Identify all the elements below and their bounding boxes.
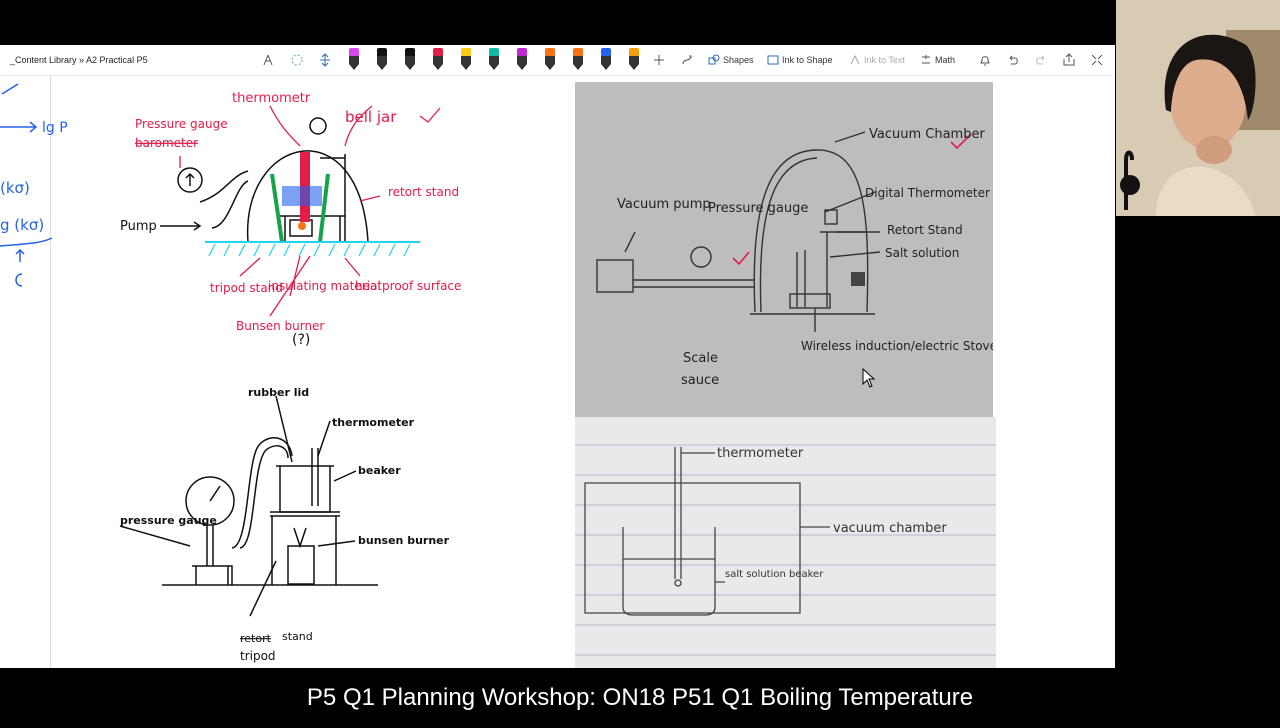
- math-icon: [922, 55, 930, 64]
- bell-icon[interactable]: [976, 51, 994, 69]
- label-barometer-struck: barometer: [135, 136, 198, 150]
- label-pressure-gauge-1: Pressure gauge: [135, 117, 228, 131]
- pen-tool[interactable]: [517, 48, 527, 70]
- ink-to-shape-label: Ink to Shape: [782, 55, 833, 65]
- sketch-beaker-setup: [119, 395, 378, 617]
- pen-tool[interactable]: [433, 48, 443, 70]
- pen-tool[interactable]: [349, 48, 359, 70]
- photo1-label-pressure-gauge: Pressure gauge: [708, 201, 808, 216]
- label-thermometer-2: thermometer: [332, 416, 415, 429]
- label-thermometer-1: thermometr: [232, 91, 311, 106]
- label-bunsen-burner-2: bunsen burner: [358, 534, 450, 547]
- label-rubber-lid: rubber lid: [248, 386, 309, 399]
- photo2-label-salt-solution: salt solution beaker: [725, 569, 824, 580]
- pen-tool[interactable]: [461, 48, 471, 70]
- label-question: (?): [292, 332, 310, 348]
- label-retort-stand-1: retort stand: [388, 185, 459, 199]
- ink-canvas[interactable]: lg P (kσ) g (kσ) thermometr Pressure gau…: [0, 76, 575, 668]
- webcam-feed: [1116, 0, 1280, 216]
- add-pen-icon[interactable]: [650, 51, 668, 69]
- photo1-label-vacuum-pump: Vacuum pump: [617, 197, 711, 212]
- insert-space-icon[interactable]: [316, 51, 334, 69]
- pen-tool[interactable]: [629, 48, 639, 70]
- shapes-button[interactable]: Shapes: [708, 53, 754, 67]
- photo1-label-scale: Scale: [683, 351, 718, 366]
- photo1-label-salt-solution: Salt solution: [885, 246, 959, 260]
- label-stand: stand: [282, 630, 313, 643]
- label-heatproof-surface: heatproof surface: [355, 279, 461, 293]
- ink-toolbar: _Content Library » A2 Practical P5 Shape…: [0, 45, 1115, 76]
- undo-icon[interactable]: [1004, 51, 1022, 69]
- lasso-select-icon[interactable]: [260, 51, 278, 69]
- photo-lined-paper-sketch[interactable]: thermometer vacuum chamber salt solution…: [575, 417, 996, 668]
- mouse-cursor-icon: [862, 368, 876, 388]
- label-beaker: beaker: [358, 464, 401, 477]
- photo1-label-stove: Wireless induction/electric Stove: [801, 339, 993, 353]
- ink-to-text-icon: [850, 54, 860, 65]
- photo2-label-thermometer: thermometer: [717, 446, 804, 461]
- pen-tool[interactable]: [601, 48, 611, 70]
- label-pressure-gauge-2: pressure gauge: [120, 514, 217, 527]
- label-bunsen-burner-1: Bunsen burner: [236, 319, 324, 333]
- onenote-window: _Content Library » A2 Practical P5 Shape…: [0, 45, 1115, 668]
- label-pump: Pump: [120, 219, 157, 234]
- ink-to-text-label: Ink to Text: [864, 55, 905, 65]
- photo-vacuum-chamber-sketch[interactable]: Vacuum Chamber Digital Thermometer Retor…: [575, 82, 997, 417]
- pen-tool[interactable]: [405, 48, 415, 70]
- redo-icon[interactable]: [1032, 51, 1050, 69]
- pen-tool[interactable]: [545, 48, 555, 70]
- photo2-label-vacuum-chamber: vacuum chamber: [833, 521, 947, 536]
- photo1-label-vacuum-chamber: Vacuum Chamber: [869, 127, 985, 142]
- pen-tool[interactable]: [573, 48, 583, 70]
- share-icon[interactable]: [1060, 51, 1078, 69]
- video-caption: P5 Q1 Planning Workshop: ON18 P51 Q1 Boi…: [0, 668, 1280, 720]
- pen-tool[interactable]: [489, 48, 499, 70]
- pen-tool[interactable]: [377, 48, 387, 70]
- ink-to-text-button[interactable]: Ink to Text: [849, 53, 905, 67]
- photo1-label-digital-thermometer: Digital Thermometer: [865, 186, 990, 200]
- ink-replay-icon[interactable]: [678, 51, 696, 69]
- note-k-sigma-1: (kσ): [0, 179, 30, 197]
- label-bell-jar: bell jar: [345, 108, 397, 126]
- eraser-select-icon[interactable]: [288, 51, 306, 69]
- photo1-label-sauce: sauce: [681, 373, 719, 388]
- breadcrumb[interactable]: _Content Library » A2 Practical P5: [10, 55, 148, 65]
- shapes-label: Shapes: [723, 55, 754, 65]
- note-k-sigma-2: g (kσ): [0, 216, 44, 234]
- shapes-icon: [708, 54, 720, 65]
- label-retort-struck: retort: [240, 632, 272, 645]
- ink-to-shape-icon: [767, 55, 779, 65]
- note-lg-p: lg P: [42, 120, 68, 136]
- label-tripod: tripod: [240, 649, 276, 663]
- collapse-icon[interactable]: [1088, 51, 1106, 69]
- photo1-label-retort-stand: Retort Stand: [887, 223, 963, 237]
- ink-to-shape-button[interactable]: Ink to Shape: [767, 53, 833, 67]
- math-label: Math: [935, 55, 956, 65]
- math-button[interactable]: Math: [920, 53, 955, 67]
